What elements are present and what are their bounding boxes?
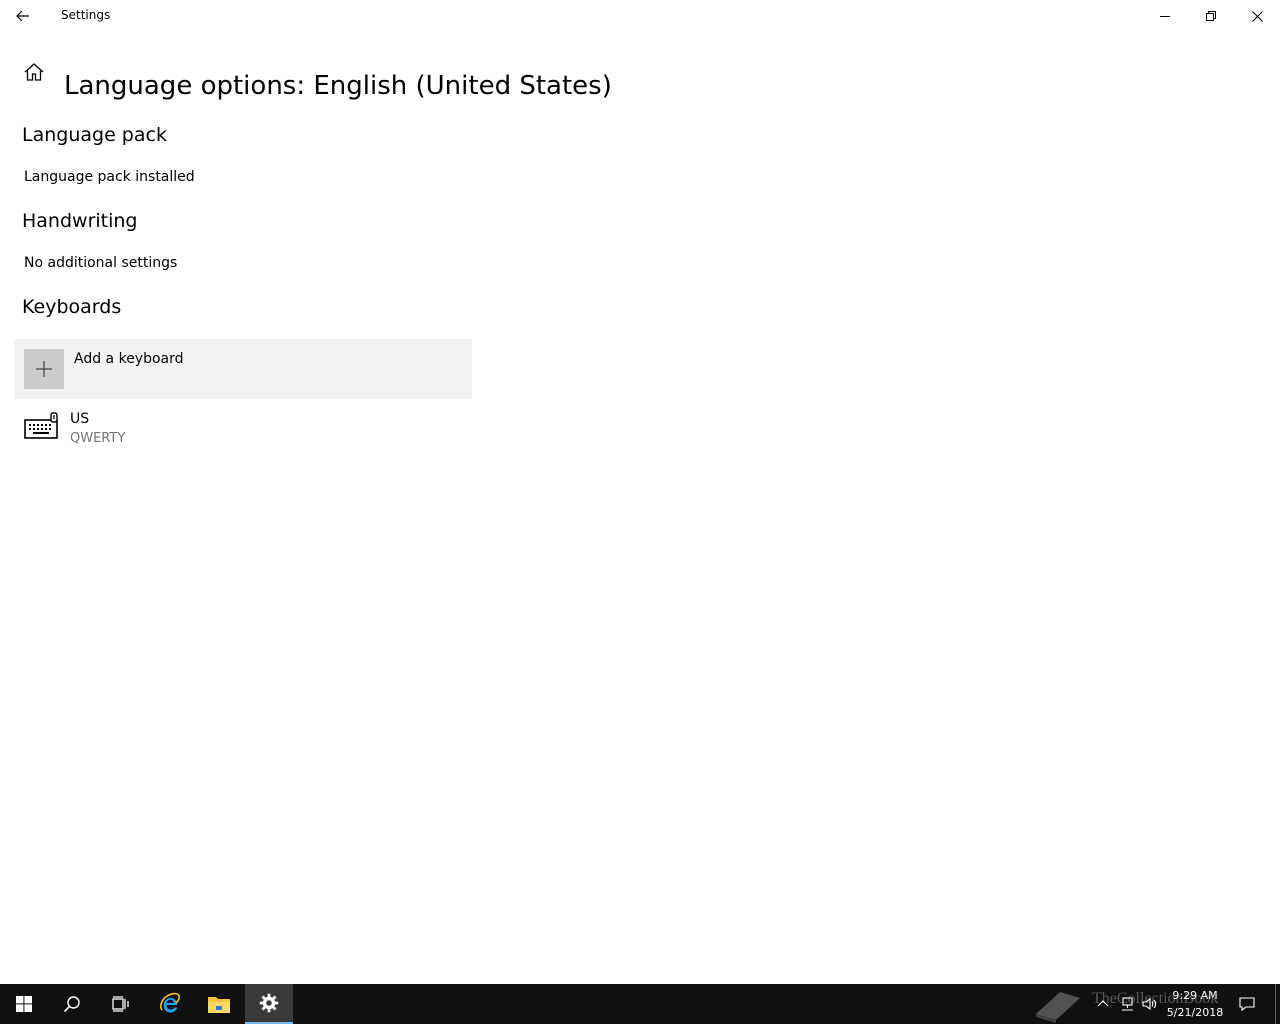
close-button[interactable] <box>1234 0 1280 32</box>
start-icon <box>16 996 32 1012</box>
settings-window: Settings Language options: English (Unit… <box>0 0 1280 984</box>
clock-date: 5/21/2018 <box>1166 1006 1224 1019</box>
internet-explorer-button[interactable] <box>146 984 194 1024</box>
keyboards-heading: Keyboards <box>22 296 122 318</box>
restore-button[interactable] <box>1188 0 1234 32</box>
internet-explorer-icon <box>160 992 181 1013</box>
add-keyboard-button[interactable]: Add a keyboard <box>14 339 472 399</box>
file-explorer-button[interactable] <box>195 984 243 1024</box>
volume-icon <box>1142 997 1157 1011</box>
handwriting-heading: Handwriting <box>22 210 138 232</box>
search-button[interactable] <box>48 984 96 1024</box>
task-view-icon <box>112 996 129 1012</box>
show-hidden-icons-button[interactable] <box>1095 996 1111 1012</box>
keyboard-icon <box>24 412 58 439</box>
start-button[interactable] <box>0 984 48 1024</box>
file-explorer-icon <box>208 997 230 1013</box>
keyboard-item-us[interactable]: US QWERTY <box>14 404 472 456</box>
plus-icon <box>36 361 52 377</box>
volume-button[interactable] <box>1142 996 1158 1012</box>
window-title: Settings <box>61 8 111 22</box>
settings-icon <box>259 993 279 1013</box>
clock[interactable]: 9:29 AM 5/21/2018 <box>1160 987 1230 1021</box>
keyboard-layout: QWERTY <box>70 431 126 446</box>
keyboard-name: US <box>70 411 90 427</box>
back-arrow-icon <box>16 10 29 22</box>
book-icon <box>1036 992 1080 1023</box>
search-icon <box>63 996 80 1013</box>
add-keyboard-label: Add a keyboard <box>74 351 184 367</box>
close-icon <box>1251 10 1263 22</box>
minimize-icon <box>1160 16 1170 17</box>
minimize-button[interactable] <box>1142 0 1188 32</box>
page-title: Language options: English (United States… <box>64 71 612 102</box>
restore-icon <box>1206 11 1216 21</box>
show-desktop-button[interactable] <box>1275 984 1276 1024</box>
chevron-up-icon <box>1097 1000 1109 1007</box>
task-view-button[interactable] <box>96 984 144 1024</box>
clock-time: 9:29 AM <box>1172 989 1218 1002</box>
home-button[interactable] <box>22 60 46 84</box>
network-icon <box>1122 997 1133 1011</box>
title-bar: Settings <box>0 0 1280 32</box>
back-button[interactable] <box>0 0 46 32</box>
language-pack-status: Language pack installed <box>24 169 195 185</box>
language-pack-heading: Language pack <box>22 124 167 146</box>
handwriting-status: No additional settings <box>24 255 178 271</box>
network-button[interactable] <box>1119 996 1135 1012</box>
action-center-button[interactable] <box>1239 996 1255 1012</box>
home-icon <box>24 63 44 81</box>
notification-icon <box>1239 997 1255 1012</box>
settings-taskbar-button[interactable] <box>245 984 293 1024</box>
plus-icon-box <box>24 349 64 389</box>
taskbar: TheCollectionBook 9:29 AM 5/21/2018 <box>0 984 1280 1024</box>
